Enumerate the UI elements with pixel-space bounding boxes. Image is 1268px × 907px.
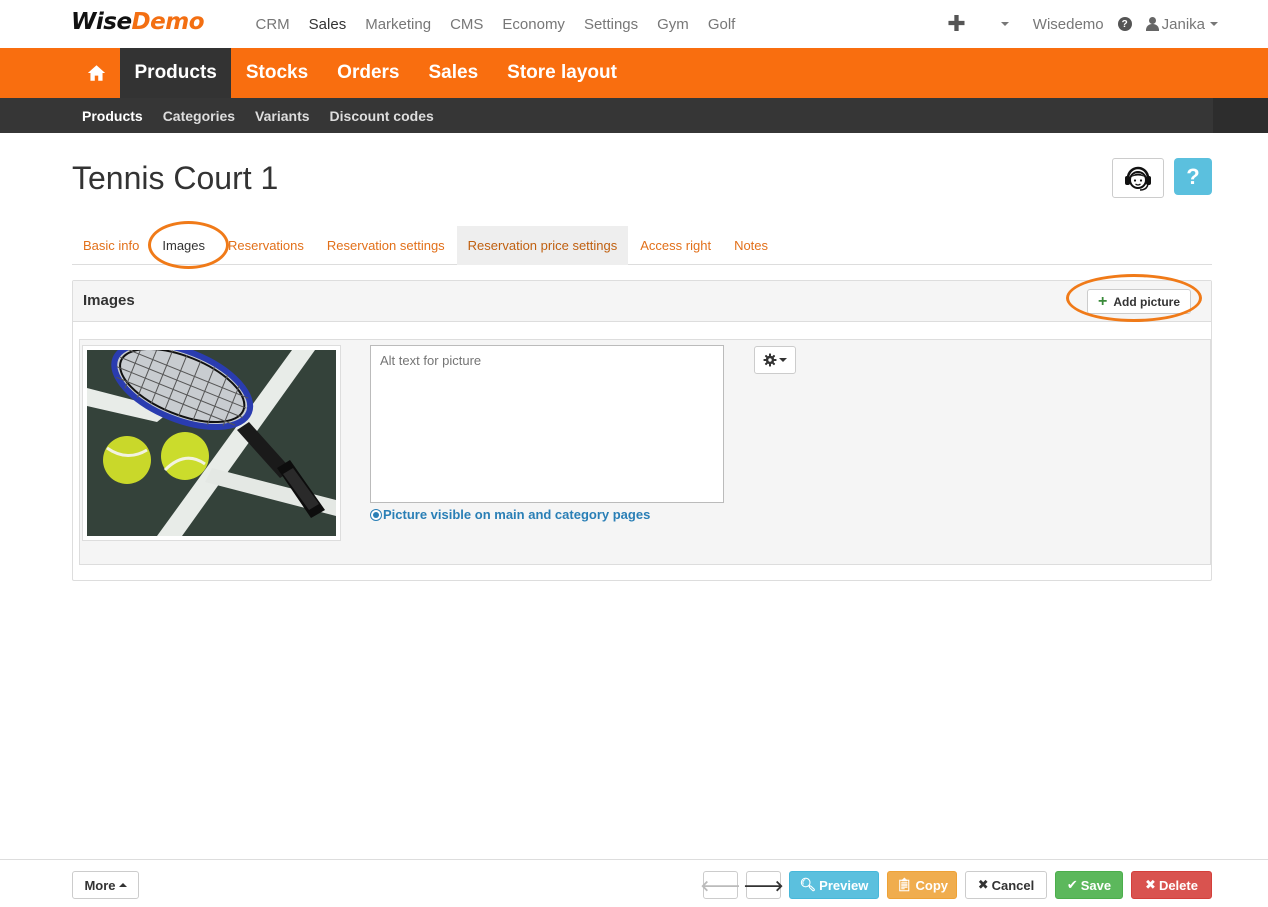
main-nav-stocks[interactable]: Stocks xyxy=(231,48,322,98)
sub-nav-right-block xyxy=(1213,98,1268,133)
delete-button[interactable]: ✖ Delete xyxy=(1131,871,1212,899)
main-nav-bar: Products Stocks Orders Sales Store layou… xyxy=(0,48,1268,98)
check-icon: ✔ xyxy=(1066,877,1078,892)
preview-button[interactable]: 🔍︎ Preview xyxy=(789,871,879,899)
tab-notes[interactable]: Notes xyxy=(723,226,779,265)
arrow-left-icon: 🡐 xyxy=(700,877,741,895)
tab-images[interactable]: Images xyxy=(150,226,217,265)
sub-nav-variants[interactable]: Variants xyxy=(245,108,319,124)
tab-basic-info[interactable]: Basic info xyxy=(72,226,150,265)
top-nav-crm[interactable]: CRM xyxy=(246,16,299,33)
main-nav-products[interactable]: Products xyxy=(120,48,232,98)
user-menu[interactable]: Janika xyxy=(1145,15,1218,33)
close-icon: ✖ xyxy=(977,877,989,892)
support-button[interactable] xyxy=(1112,158,1164,198)
more-button[interactable]: More xyxy=(72,871,139,899)
add-picture-label: Add picture xyxy=(1113,294,1180,309)
main-nav-store-layout[interactable]: Store layout xyxy=(493,48,632,98)
cancel-button[interactable]: ✖ Cancel xyxy=(965,871,1047,899)
page-title: Tennis Court 1 xyxy=(72,160,279,196)
sub-nav-discount-codes[interactable]: Discount codes xyxy=(320,108,444,124)
copy-button[interactable]: 📋︎ Copy xyxy=(887,871,957,899)
visible-radio-label: Picture visible on main and category pag… xyxy=(383,507,651,522)
add-picture-button[interactable]: + Add picture xyxy=(1086,289,1191,314)
top-right-menu: ✚ Wisedemo ? Janika xyxy=(947,0,1218,48)
image-thumbnail[interactable] xyxy=(82,345,341,541)
top-nav-sales[interactable]: Sales xyxy=(299,16,356,33)
alt-text-input[interactable] xyxy=(370,345,724,503)
search-icon: 🔍︎ xyxy=(799,877,817,892)
chevron-up-icon xyxy=(118,883,127,887)
tab-reservation-price-settings[interactable]: Reservation price settings xyxy=(456,226,629,265)
chevron-down-icon[interactable] xyxy=(1000,22,1009,26)
image-row: Picture visible on main and category pag… xyxy=(79,339,1211,565)
footer-toolbar: More 🡐 🡒 🔍︎ Preview 📋︎ Copy ✖ Cancel ✔ S… xyxy=(0,859,1268,907)
user-name: Janika xyxy=(1161,15,1205,33)
question-circle-icon: ? xyxy=(1117,17,1132,31)
images-panel: Images + Add picture Alt text for pictur… xyxy=(72,280,1212,581)
plus-icon: + xyxy=(1097,292,1108,310)
images-panel-header: Images + Add picture xyxy=(73,281,1211,322)
plus-icon[interactable]: ✚ xyxy=(947,11,965,37)
top-nav-economy[interactable]: Economy xyxy=(493,16,575,33)
main-nav-orders[interactable]: Orders xyxy=(323,48,414,98)
visible-on-main-pages-option[interactable]: Picture visible on main and category pag… xyxy=(370,507,650,522)
clipboard-icon: 📋︎ xyxy=(895,877,913,892)
tennis-racket-image xyxy=(87,350,336,536)
user-icon xyxy=(1145,17,1159,31)
chevron-down-icon xyxy=(1210,22,1218,26)
visible-radio[interactable] xyxy=(370,508,382,521)
company-switcher[interactable]: Wisedemo xyxy=(1033,16,1104,33)
brand-logo[interactable]: WiseDemo xyxy=(71,9,205,35)
home-button[interactable] xyxy=(72,48,120,98)
save-button[interactable]: ✔ Save xyxy=(1055,871,1123,899)
tab-access-right[interactable]: Access right xyxy=(628,226,723,265)
sub-nav-bar: Products Categories Variants Discount co… xyxy=(0,98,1268,133)
top-nav-marketing[interactable]: Marketing xyxy=(356,16,441,33)
help-button[interactable]: ? xyxy=(1174,158,1212,195)
top-nav: CRM Sales Marketing CMS Economy Settings… xyxy=(246,0,745,48)
home-icon xyxy=(87,65,105,81)
tab-reservations[interactable]: Reservations xyxy=(217,226,315,265)
top-nav-settings[interactable]: Settings xyxy=(574,16,647,33)
headset-support-icon xyxy=(1125,166,1151,191)
sub-nav-categories[interactable]: Categories xyxy=(153,108,245,124)
main-nav-sales[interactable]: Sales xyxy=(414,48,493,98)
tab-reservation-settings[interactable]: Reservation settings xyxy=(315,226,457,265)
previous-button[interactable]: 🡐 xyxy=(700,871,741,899)
image-settings-dropdown[interactable] xyxy=(754,346,796,374)
close-icon: ✖ xyxy=(1145,877,1156,892)
top-nav-golf[interactable]: Golf xyxy=(698,16,745,33)
sub-nav-products[interactable]: Products xyxy=(72,108,153,124)
next-button[interactable]: 🡒 xyxy=(743,871,784,899)
top-nav-gym[interactable]: Gym xyxy=(648,16,699,33)
arrow-right-icon: 🡒 xyxy=(743,877,784,895)
images-panel-title: Images xyxy=(83,292,135,309)
gear-icon xyxy=(763,353,777,367)
top-navbar: WiseDemo CRM Sales Marketing CMS Economy… xyxy=(0,0,1268,48)
help-circle-button[interactable]: ? xyxy=(1117,17,1132,31)
top-nav-cms[interactable]: CMS xyxy=(441,16,493,33)
tab-bar: Basic info Images Reservations Reservati… xyxy=(72,226,1212,265)
chevron-down-icon xyxy=(779,358,787,362)
